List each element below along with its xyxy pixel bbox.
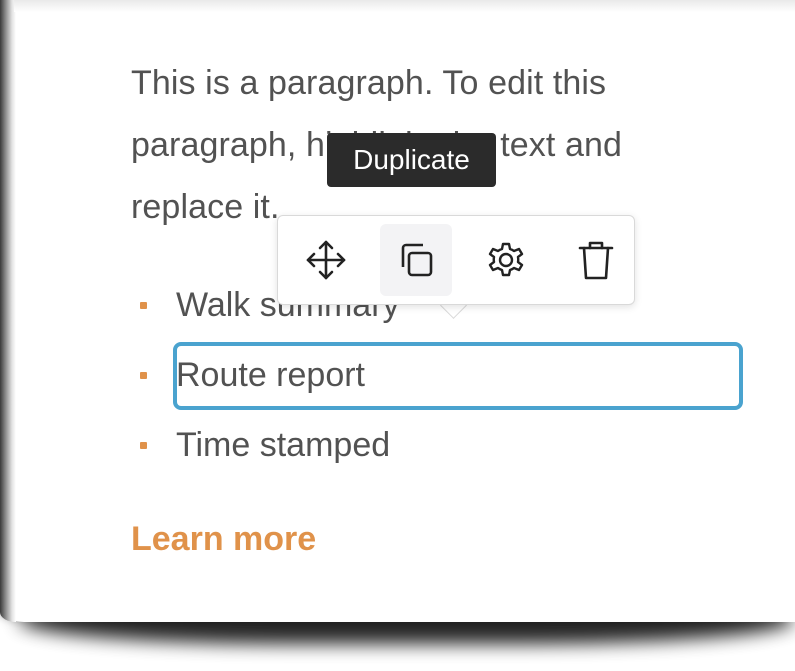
bullet-marker [140, 301, 147, 309]
list-item-text: Time stamped [176, 425, 391, 464]
content-card: This is a paragraph. To edit this paragr… [0, 0, 795, 622]
duplicate-button[interactable] [380, 224, 452, 296]
delete-button[interactable] [560, 224, 632, 296]
bullet-marker [140, 441, 147, 449]
move-button[interactable] [290, 224, 362, 296]
card-edge-shadow [0, 0, 16, 622]
gear-icon [483, 237, 529, 283]
bullet-marker [140, 371, 147, 379]
editor-canvas: This is a paragraph. To edit this paragr… [0, 0, 795, 671]
list-item-text: Route report [176, 355, 365, 394]
trash-icon [574, 238, 618, 282]
duplicate-icon [394, 238, 438, 282]
duplicate-tooltip: Duplicate [327, 133, 496, 187]
card-top-shade [14, 0, 795, 12]
list-item[interactable]: Route report [131, 340, 400, 410]
block-toolbar [277, 215, 635, 305]
settings-button[interactable] [470, 224, 542, 296]
list-item[interactable]: Time stamped [131, 410, 400, 480]
learn-more-link[interactable]: Learn more [131, 520, 316, 559]
move-icon [304, 238, 348, 282]
